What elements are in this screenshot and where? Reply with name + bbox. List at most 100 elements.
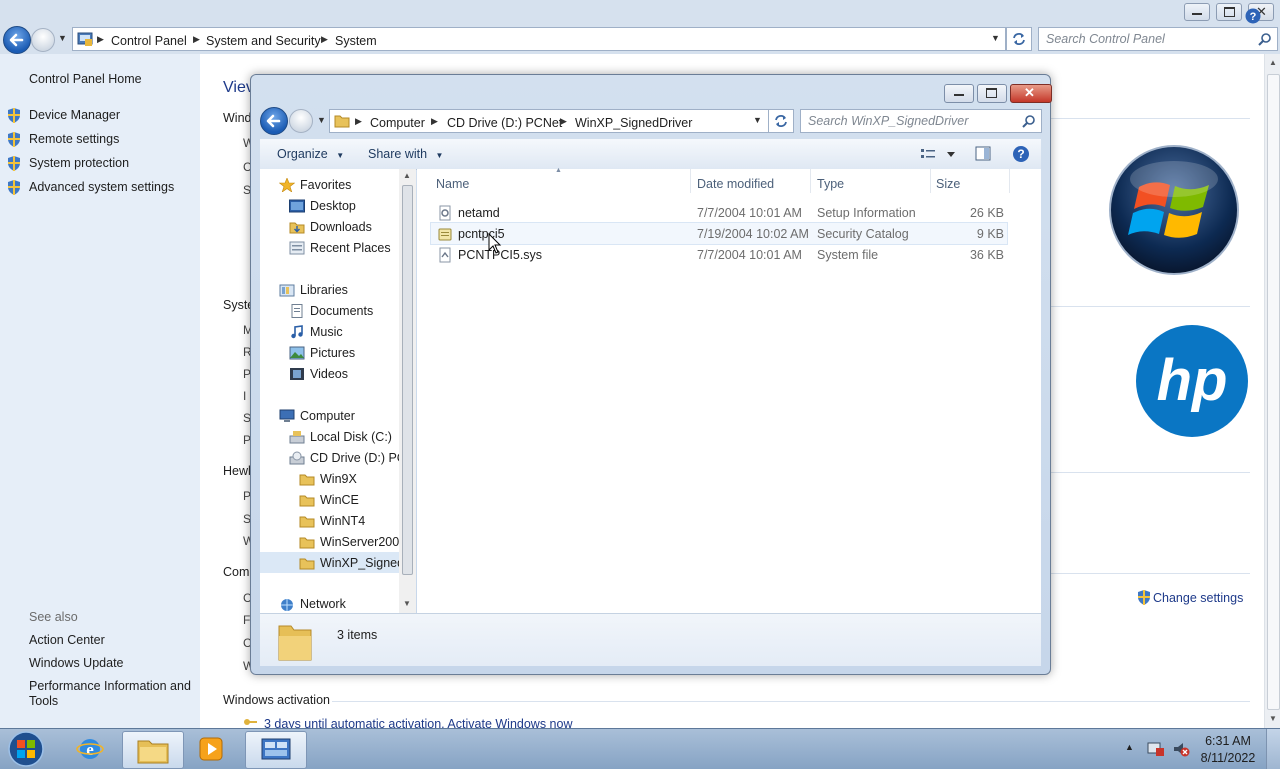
- ex-refresh-button[interactable]: [768, 109, 794, 133]
- cp-forward-button[interactable]: [31, 28, 55, 52]
- ex-help-button[interactable]: ?: [1012, 145, 1030, 163]
- nav-downloads[interactable]: Downloads: [310, 220, 372, 234]
- nav-folder-winxp-signed[interactable]: WinXP_Signed[: [320, 556, 408, 570]
- taskbar-control-panel[interactable]: [245, 731, 307, 769]
- nav-music[interactable]: Music: [310, 325, 343, 339]
- performance-info-link[interactable]: Performance Information and Tools: [29, 679, 194, 709]
- nav-network[interactable]: Network: [300, 597, 346, 611]
- column-divider[interactable]: [810, 169, 811, 193]
- cp-minimize-button[interactable]: [1184, 3, 1210, 21]
- nav-folder-win9x[interactable]: Win9X: [320, 472, 357, 486]
- cp-search-input[interactable]: Search Control Panel: [1038, 27, 1278, 51]
- scroll-thumb[interactable]: [402, 185, 413, 575]
- column-divider[interactable]: [690, 169, 691, 193]
- address-dropdown-icon[interactable]: ▼: [991, 33, 1000, 43]
- windows-update-link[interactable]: Windows Update: [29, 656, 124, 670]
- taskbar-media-player[interactable]: [182, 731, 242, 767]
- column-divider[interactable]: [1009, 169, 1010, 193]
- scroll-up-icon[interactable]: ▲: [403, 171, 411, 180]
- volume-muted-icon[interactable]: [1172, 740, 1190, 758]
- computer-name-heading-fragment: Com: [223, 565, 250, 579]
- cp-crumb-control-panel[interactable]: Control Panel: [111, 34, 187, 48]
- column-header-size[interactable]: Size: [936, 177, 960, 191]
- show-desktop-button[interactable]: [1266, 729, 1280, 769]
- organize-label: Organize: [277, 147, 328, 161]
- scroll-down-icon[interactable]: ▼: [1269, 714, 1277, 723]
- ex-back-button[interactable]: [260, 107, 288, 135]
- scroll-down-icon[interactable]: ▼: [403, 599, 411, 608]
- scroll-up-icon[interactable]: ▲: [1269, 58, 1277, 67]
- clock-date[interactable]: 8/11/2022: [1196, 751, 1260, 765]
- search-icon: [1022, 115, 1035, 128]
- system-protection-link[interactable]: System protection: [29, 156, 129, 170]
- column-header-date[interactable]: Date modified: [697, 177, 774, 191]
- nav-recent-places[interactable]: Recent Places: [310, 241, 391, 255]
- documents-icon: [291, 304, 303, 318]
- device-manager-link[interactable]: Device Manager: [29, 108, 120, 122]
- file-row[interactable]: PCNTPCI5.sys 7/7/2004 10:01 AM System fi…: [431, 244, 1007, 265]
- recent-pages-chevron-icon[interactable]: ▼: [58, 33, 67, 43]
- column-header-name[interactable]: Name: [436, 177, 469, 191]
- cp-crumb-system-security[interactable]: System and Security: [206, 34, 321, 48]
- nav-desktop[interactable]: Desktop: [310, 199, 356, 213]
- nav-pane-scrollbar[interactable]: ▲ ▼: [399, 169, 416, 613]
- ex-crumb-computer[interactable]: Computer: [370, 116, 425, 130]
- show-hidden-icons-button[interactable]: ▲: [1125, 742, 1134, 752]
- cp-address-bar[interactable]: ▶ Control Panel ▶ System and Security ▶ …: [72, 27, 1006, 51]
- file-date: 7/7/2004 10:01 AM: [697, 206, 802, 220]
- ex-crumb-winxp-signed[interactable]: WinXP_SignedDriver: [575, 116, 692, 130]
- ex-search-placeholder: Search WinXP_SignedDriver: [808, 114, 969, 128]
- network-status-icon[interactable]: [1147, 741, 1165, 757]
- svg-text:hp: hp: [1157, 348, 1228, 413]
- start-button[interactable]: [6, 730, 46, 768]
- preview-pane-button[interactable]: [975, 146, 991, 162]
- change-view-button[interactable]: [921, 147, 957, 161]
- ex-maximize-button[interactable]: [977, 84, 1007, 103]
- nav-folder-wince[interactable]: WinCE: [320, 493, 359, 507]
- address-dropdown-icon[interactable]: ▼: [753, 115, 762, 125]
- action-center-link[interactable]: Action Center: [29, 633, 105, 647]
- ex-forward-button[interactable]: [289, 109, 313, 133]
- nav-folder-winnt4[interactable]: WinNT4: [320, 514, 365, 528]
- recent-pages-chevron-icon[interactable]: ▼: [317, 115, 326, 125]
- help-icon[interactable]: ?: [1245, 8, 1261, 24]
- file-row[interactable]: netamd 7/7/2004 10:01 AM Setup Informati…: [431, 202, 1007, 223]
- nav-videos[interactable]: Videos: [310, 367, 348, 381]
- folder-icon: [299, 474, 315, 486]
- ex-crumb-cd-drive[interactable]: CD Drive (D:) PCNet: [447, 116, 562, 130]
- cp-back-button[interactable]: [3, 26, 31, 54]
- cp-refresh-button[interactable]: [1006, 27, 1032, 51]
- nav-cd-drive[interactable]: CD Drive (D:) PCI: [310, 451, 409, 465]
- taskbar: e ▲ 6:31 AM 8/11/2022: [0, 728, 1280, 769]
- cp-vertical-scrollbar[interactable]: ▲ ▼: [1264, 54, 1280, 728]
- change-settings-link[interactable]: Change settings: [1153, 591, 1243, 605]
- hewlett-heading-fragment: Hewl: [223, 464, 251, 478]
- windows-orb-icon: [8, 731, 44, 767]
- taskbar-internet-explorer[interactable]: e: [60, 731, 120, 767]
- ex-minimize-button[interactable]: [944, 84, 974, 103]
- column-header-type[interactable]: Type: [817, 177, 844, 191]
- ex-close-button[interactable]: ✕: [1010, 84, 1052, 103]
- file-type: Setup Information: [817, 206, 916, 220]
- file-row[interactable]: pcntpci5 7/19/2004 10:02 AM Security Cat…: [430, 222, 1008, 245]
- share-with-button[interactable]: Share with ▼: [368, 147, 443, 161]
- cp-restore-button[interactable]: [1216, 3, 1242, 21]
- ex-search-input[interactable]: Search WinXP_SignedDriver: [800, 109, 1042, 133]
- remote-settings-link[interactable]: Remote settings: [29, 132, 119, 146]
- advanced-system-settings-link[interactable]: Advanced system settings: [29, 180, 174, 194]
- column-divider[interactable]: [930, 169, 931, 193]
- nav-favorites[interactable]: Favorites: [300, 178, 351, 192]
- nav-libraries[interactable]: Libraries: [300, 283, 348, 297]
- scroll-thumb[interactable]: [1267, 74, 1280, 710]
- taskbar-windows-explorer[interactable]: [122, 731, 184, 769]
- organize-button[interactable]: Organize ▼: [277, 147, 344, 161]
- clock-time[interactable]: 6:31 AM: [1196, 734, 1260, 748]
- nav-documents[interactable]: Documents: [310, 304, 373, 318]
- nav-pictures[interactable]: Pictures: [310, 346, 355, 360]
- nav-local-disk[interactable]: Local Disk (C:): [310, 430, 392, 444]
- nav-computer[interactable]: Computer: [300, 409, 355, 423]
- ex-address-bar[interactable]: ▶ Computer ▶ CD Drive (D:) PCNet ▶ WinXP…: [329, 109, 769, 133]
- control-panel-home-link[interactable]: Control Panel Home: [29, 72, 142, 86]
- cp-crumb-system[interactable]: System: [335, 34, 377, 48]
- control-panel-left-pane: Control Panel Home Device Manager Remote…: [0, 54, 200, 728]
